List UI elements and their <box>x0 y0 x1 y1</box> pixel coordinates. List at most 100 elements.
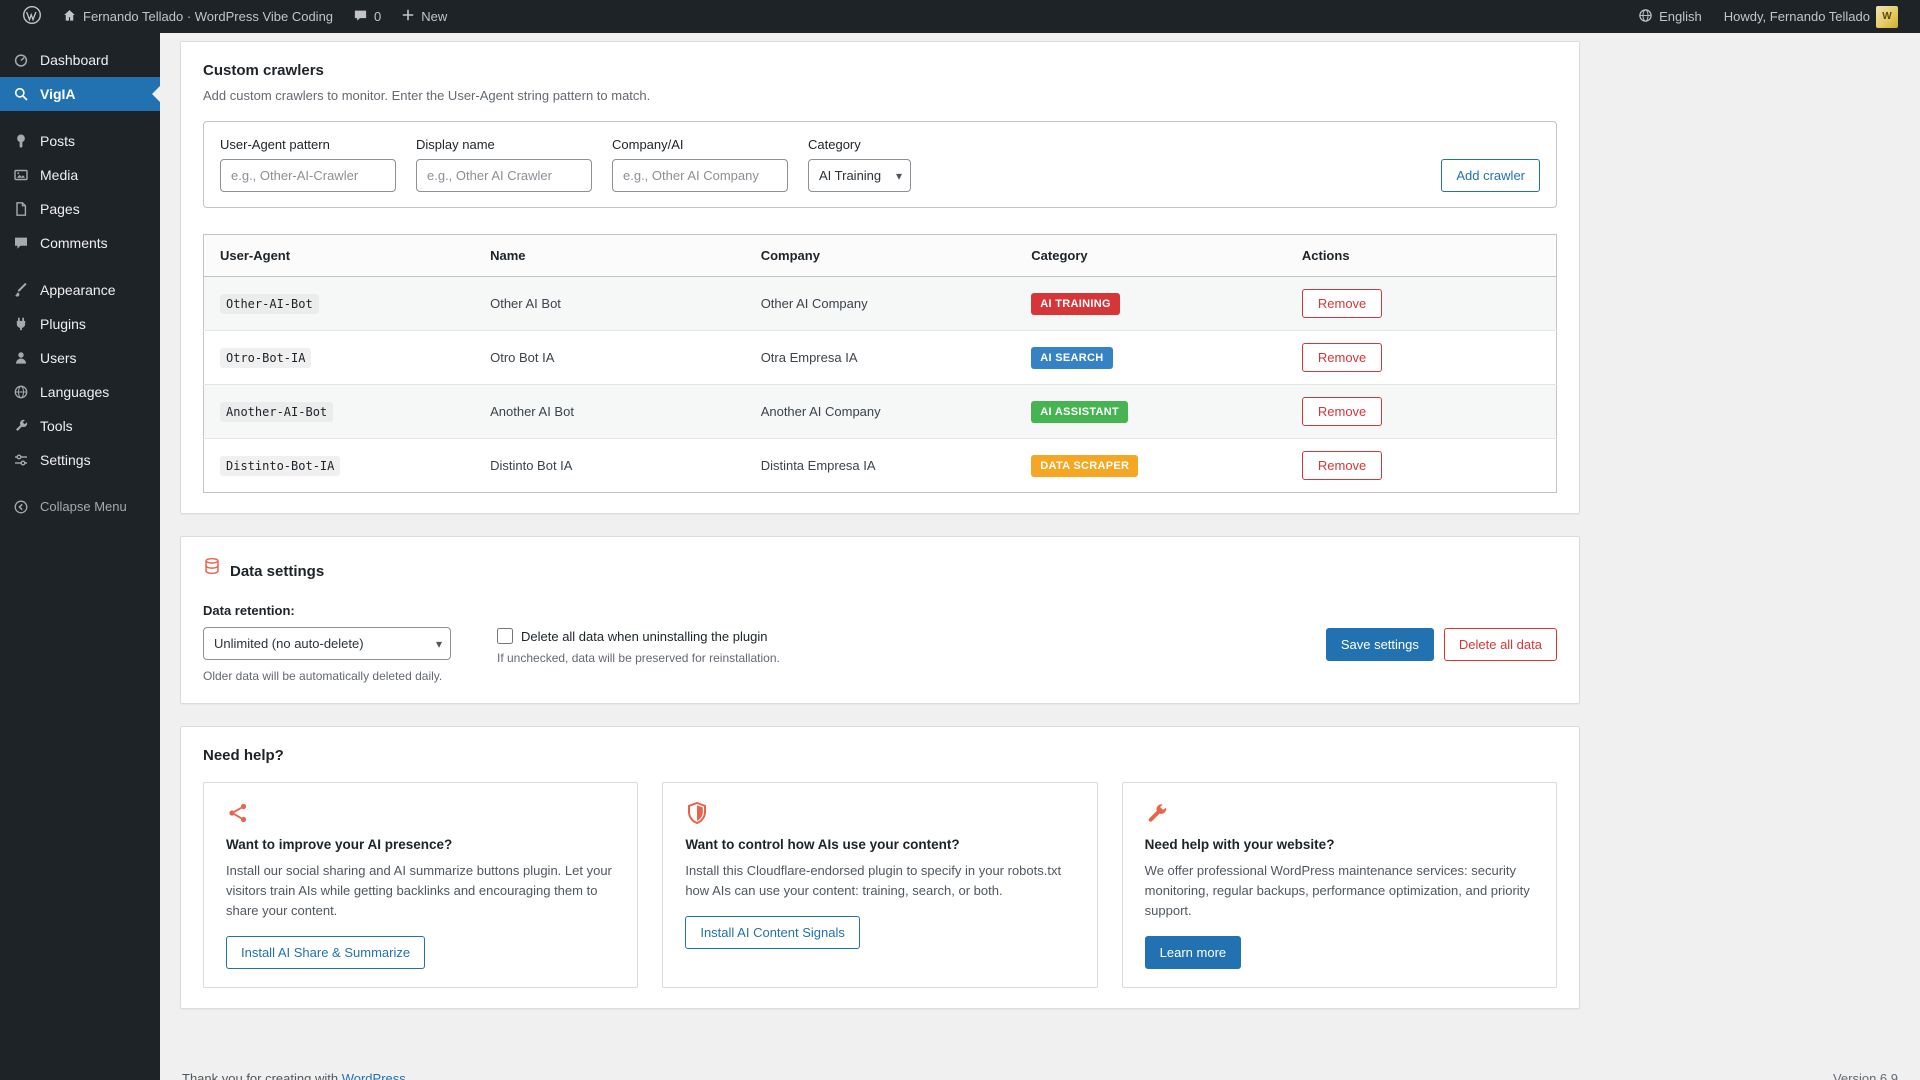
collapse-icon <box>12 499 30 515</box>
user-agent-code: Otro-Bot-IA <box>220 348 311 368</box>
sidebar-item-vigia[interactable]: VigIA <box>0 77 160 111</box>
sidebar-item-appearance[interactable]: Appearance <box>0 273 160 307</box>
help-box-body: We offer professional WordPress maintena… <box>1145 861 1534 921</box>
remove-button[interactable]: Remove <box>1302 397 1382 426</box>
brush-icon <box>12 282 30 298</box>
user-icon <box>12 350 30 366</box>
shield-icon <box>685 801 1074 827</box>
install-ai-share-button[interactable]: Install AI Share & Summarize <box>226 936 425 969</box>
col-header-category: Category <box>1015 235 1286 277</box>
account-menu[interactable]: Howdy, Fernando Tellado W <box>1716 0 1906 33</box>
sidebar-item-users[interactable]: Users <box>0 341 160 375</box>
sidebar-item-label: Media <box>40 166 78 184</box>
crawler-company: Distinta Empresa IA <box>745 439 1016 493</box>
delete-on-uninstall-checkbox[interactable] <box>497 628 513 644</box>
category-select[interactable]: AI Training <box>808 159 911 192</box>
howdy-text: Howdy, Fernando Tellado <box>1724 9 1870 24</box>
wordpress-logo-icon <box>22 5 42 28</box>
custom-crawlers-title: Custom crawlers <box>203 62 1557 79</box>
remove-button[interactable]: Remove <box>1302 343 1382 372</box>
help-box-maintenance: Need help with your website? We offer pr… <box>1122 782 1557 988</box>
media-icon <box>12 167 30 183</box>
sidebar-item-posts[interactable]: Posts <box>0 124 160 158</box>
site-name: Fernando Tellado · WordPress Vibe Coding <box>83 9 333 24</box>
new-content-menu[interactable]: New <box>393 0 455 33</box>
uninstall-help-text: If unchecked, data will be preserved for… <box>497 651 780 665</box>
admin-bar: Fernando Tellado · WordPress Vibe Coding… <box>0 0 1920 33</box>
retention-label: Data retention: <box>203 603 451 618</box>
col-header-actions: Actions <box>1286 235 1557 277</box>
company-label: Company/AI <box>612 137 788 152</box>
add-crawler-form: User-Agent pattern Display name Company/… <box>203 121 1557 208</box>
company-input[interactable] <box>612 159 788 192</box>
sidebar-item-pages[interactable]: Pages <box>0 192 160 226</box>
comment-count: 0 <box>374 9 381 24</box>
share-icon <box>226 801 615 827</box>
category-badge: AI ASSISTANT <box>1031 401 1128 423</box>
col-header-name: Name <box>474 235 745 277</box>
learn-more-button[interactable]: Learn more <box>1145 936 1241 969</box>
sidebar-item-dashboard[interactable]: Dashboard <box>0 43 160 77</box>
new-label: New <box>421 9 447 24</box>
sidebar-item-label: Users <box>40 349 77 367</box>
crawler-company: Another AI Company <box>745 385 1016 439</box>
table-row: Otro-Bot-IA Otro Bot IA Otra Empresa IA … <box>204 331 1557 385</box>
help-box-heading: Want to control how AIs use your content… <box>685 837 1074 852</box>
install-ai-content-signals-button[interactable]: Install AI Content Signals <box>685 916 860 949</box>
sidebar-item-comments[interactable]: Comments <box>0 226 160 260</box>
custom-crawlers-card: Custom crawlers Add custom crawlers to m… <box>180 41 1580 514</box>
search-icon <box>12 86 30 102</box>
ua-pattern-input[interactable] <box>220 159 396 192</box>
user-agent-code: Other-AI-Bot <box>220 294 319 314</box>
globe-icon <box>1638 8 1653 26</box>
language-switcher[interactable]: English <box>1630 0 1710 33</box>
table-row: Other-AI-Bot Other AI Bot Other AI Compa… <box>204 277 1557 331</box>
sidebar-item-label: Plugins <box>40 315 86 333</box>
sidebar-item-label: Dashboard <box>40 51 109 69</box>
delete-on-uninstall-label: Delete all data when uninstalling the pl… <box>521 629 767 644</box>
category-badge: DATA SCRAPER <box>1031 455 1138 477</box>
display-name-input[interactable] <box>416 159 592 192</box>
retention-help-text: Older data will be automatically deleted… <box>203 669 451 683</box>
database-icon <box>203 557 221 575</box>
comments-shortcut[interactable]: 0 <box>345 0 389 33</box>
pages-icon <box>12 201 30 217</box>
retention-select[interactable]: Unlimited (no auto-delete) <box>203 627 451 660</box>
sidebar-item-label: Appearance <box>40 281 116 299</box>
help-box-ai-presence: Want to improve your AI presence? Instal… <box>203 782 638 988</box>
remove-button[interactable]: Remove <box>1302 289 1382 318</box>
need-help-title: Need help? <box>203 747 1557 764</box>
site-name-link[interactable]: Fernando Tellado · WordPress Vibe Coding <box>54 0 341 33</box>
sidebar-item-label: Pages <box>40 200 80 218</box>
footer-thanks: Thank you for creating with WordPress. <box>182 1071 409 1080</box>
sidebar-item-tools[interactable]: Tools <box>0 409 160 443</box>
crawlers-table: User-Agent Name Company Category Actions… <box>203 234 1557 493</box>
sidebar-item-languages[interactable]: Languages <box>0 375 160 409</box>
home-icon <box>62 8 77 26</box>
collapse-menu-button[interactable]: Collapse Menu <box>0 490 160 524</box>
admin-footer: Thank you for creating with WordPress. V… <box>180 1031 1900 1080</box>
ua-pattern-label: User-Agent pattern <box>220 137 396 152</box>
data-settings-card: Data settings Data retention: Unlimited … <box>180 536 1580 704</box>
custom-crawlers-description: Add custom crawlers to monitor. Enter th… <box>203 88 1557 103</box>
save-settings-button[interactable]: Save settings <box>1326 628 1434 661</box>
wordpress-logo-menu[interactable] <box>14 0 50 33</box>
plus-icon <box>401 8 415 25</box>
add-crawler-button[interactable]: Add crawler <box>1441 159 1540 192</box>
crawler-name: Another AI Bot <box>474 385 745 439</box>
crawler-name: Distinto Bot IA <box>474 439 745 493</box>
retention-select-wrap: Unlimited (no auto-delete) <box>203 627 451 660</box>
help-box-heading: Want to improve your AI presence? <box>226 837 615 852</box>
wordpress-link[interactable]: WordPress <box>342 1071 406 1080</box>
table-row: Another-AI-Bot Another AI Bot Another AI… <box>204 385 1557 439</box>
sidebar-item-media[interactable]: Media <box>0 158 160 192</box>
remove-button[interactable]: Remove <box>1302 451 1382 480</box>
plug-icon <box>12 316 30 332</box>
col-header-user-agent: User-Agent <box>204 235 475 277</box>
delete-all-data-button[interactable]: Delete all data <box>1444 628 1557 661</box>
sidebar-item-plugins[interactable]: Plugins <box>0 307 160 341</box>
crawler-name: Otro Bot IA <box>474 331 745 385</box>
sidebar-item-settings[interactable]: Settings <box>0 443 160 477</box>
category-badge: AI SEARCH <box>1031 347 1112 369</box>
admin-sidebar: Dashboard VigIA Posts Media Pages Commen… <box>0 33 160 1080</box>
